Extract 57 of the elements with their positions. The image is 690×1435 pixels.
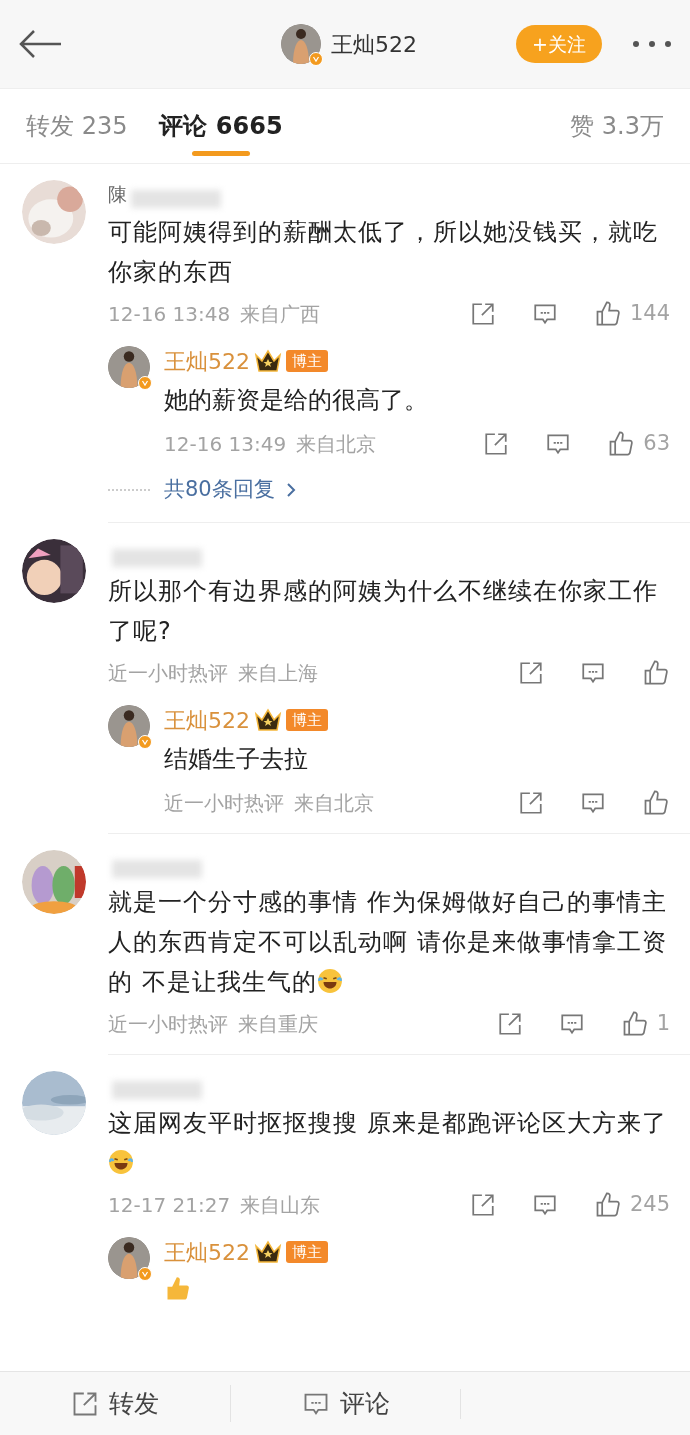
share-icon[interactable] [518,790,544,816]
commenter-name[interactable]: 陳 [108,179,127,208]
profile-name: 王灿522 [331,30,418,59]
bottom-action-button[interactable]: 转发 [71,1384,159,1423]
chevron-right-icon[interactable] [284,481,297,499]
comment-location: 来自上海 [238,660,318,687]
comment-location: 来自广西 [240,301,321,328]
reply-text: 结婚生子去拉 [164,744,309,775]
laughing-emoji-icon [108,1149,134,1175]
crown-icon [254,1240,282,1264]
comment-time: 近一小时热评 [108,1011,228,1038]
comment-text: 这届网友平时抠抠搜搜 原来是都跑评论区大方来了 [108,1103,690,1183]
comment-time: 近一小时热评 [164,790,284,817]
verified-icon [309,52,324,66]
comment-location: 来自重庆 [238,1011,318,1038]
comment-location: 来自山东 [240,1192,321,1219]
share-icon[interactable] [496,1011,523,1037]
comment-text: 就是一个分寸感的事情 作为保姆做好自己的事情主人的东西肯定不可以乱动啊 请你是来做事情拿工资的 不是让我生气的 [108,887,668,998]
author-name[interactable]: 王灿522 [164,344,250,378]
tab[interactable]: 评论 6665 [159,98,283,154]
share-icon[interactable] [469,1192,496,1218]
tab[interactable]: 转发 235 [26,98,128,154]
comment-text: 所以那个有边界感的阿姨为什么不继续在你家工作了呢? [108,576,659,647]
crown-icon [254,349,282,373]
more-icon[interactable] [632,40,672,48]
bottom-action-button[interactable]: 评论 [301,1384,390,1423]
share-icon[interactable] [483,431,510,457]
laughing-emoji-icon [316,968,343,994]
more-replies-link[interactable]: 共80条回复 [164,474,275,506]
author-name[interactable]: 王灿522 [164,1235,250,1269]
like-count: 144 [629,300,670,328]
back-arrow-icon[interactable] [18,29,62,59]
blogger-badge: 博主 [286,350,328,372]
like-total: 赞 3.3万 [570,111,664,142]
like-count: 1 [656,1010,670,1038]
blogger-badge: 博主 [286,1241,328,1263]
like-count: 245 [629,1191,670,1219]
verified-icon [138,376,152,390]
comment-location: 来自北京 [294,790,374,817]
comment-time: 12-16 13:48 [108,301,231,328]
verified-icon [138,1267,152,1281]
thumbs-up-icon[interactable] [607,430,636,458]
comment-location: 来自北京 [296,431,377,458]
comment-time: 12-17 21:27 [108,1192,231,1219]
verified-icon [138,735,152,749]
thumbs-up-icon[interactable] [642,659,670,687]
comment-time: 12-16 13:49 [164,431,287,458]
comment-time: 近一小时热评 [108,660,228,687]
share-icon[interactable] [518,660,544,686]
reply-text: 她的薪资是给的很高了。 [164,385,429,416]
author-name[interactable]: 王灿522 [164,703,250,737]
share-icon[interactable] [469,301,496,327]
like-count: 63 [643,430,670,458]
comment-text: 可能阿姨得到的薪酬太低了，所以她没钱买，就吃你家的东西 [108,217,659,288]
crown-icon [254,708,282,732]
thumbs-up-icon[interactable] [642,789,670,817]
blogger-badge: 博主 [286,709,328,731]
